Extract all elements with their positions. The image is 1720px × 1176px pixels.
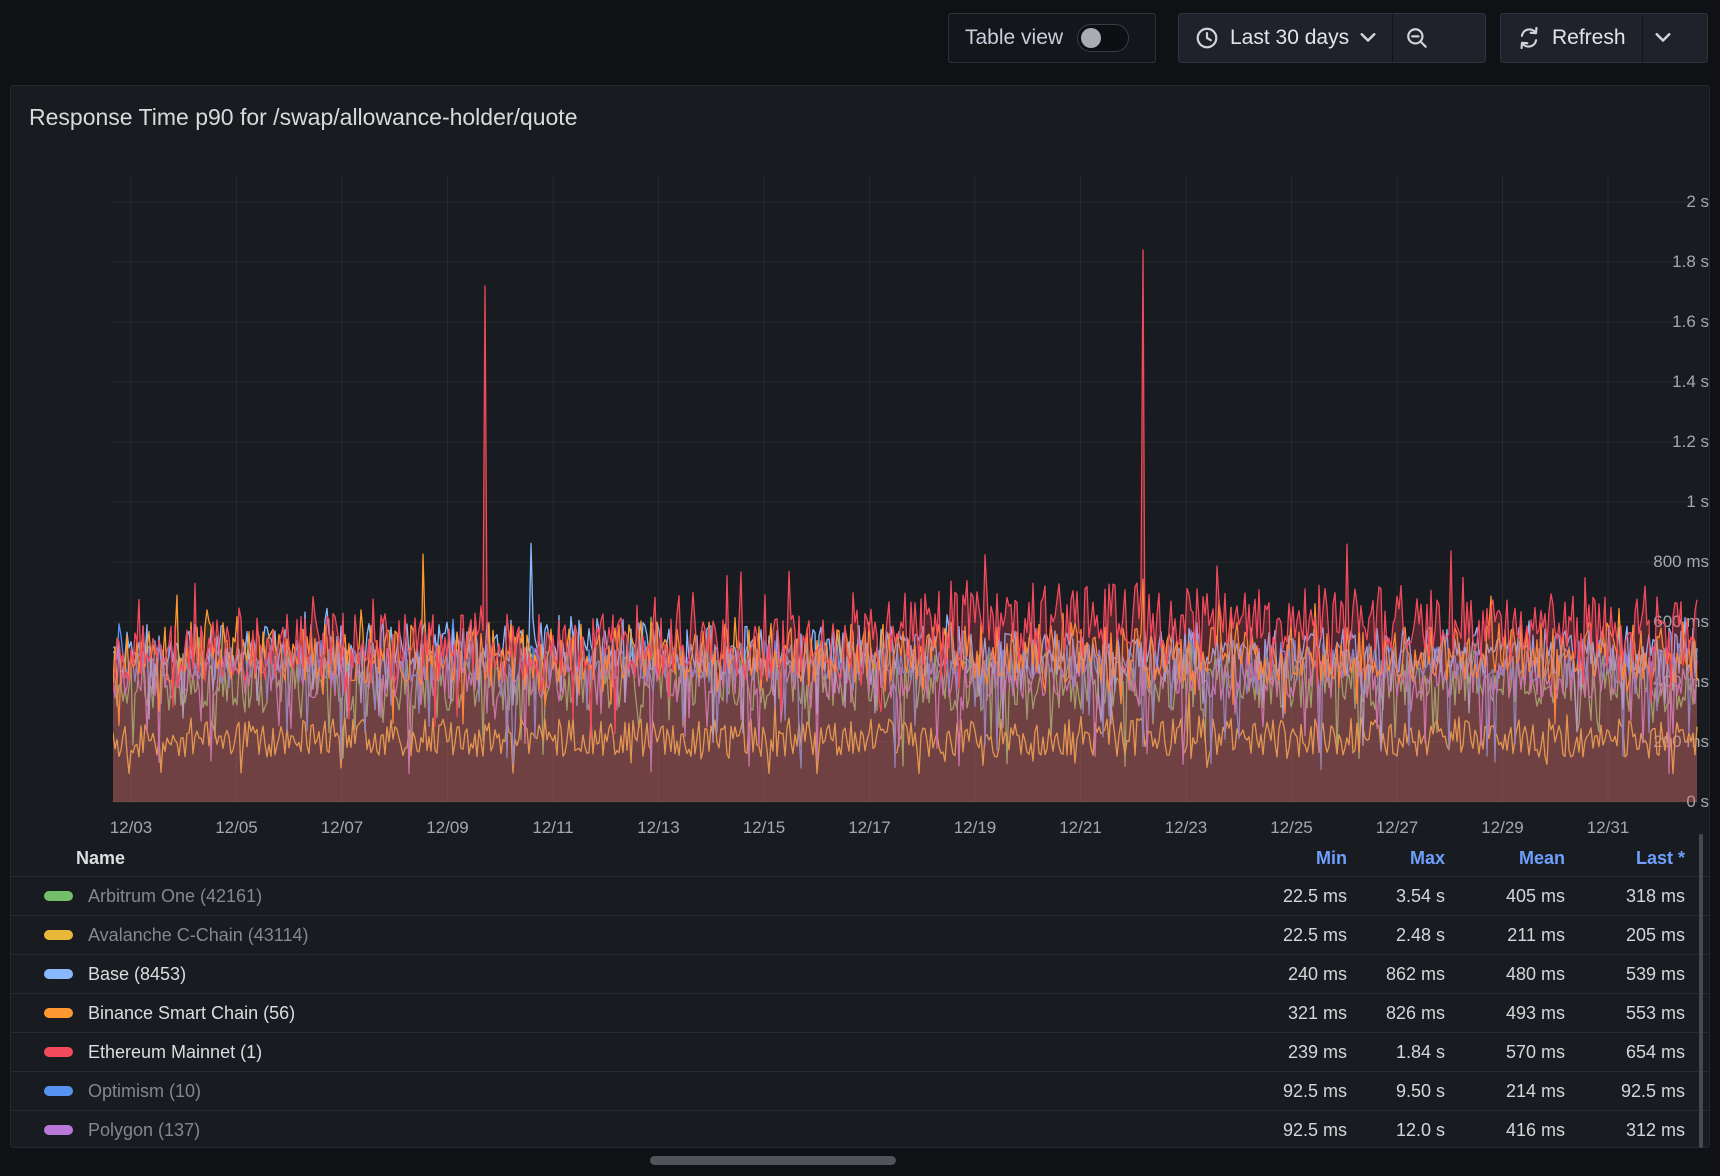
x-axis-tick-label: 12/21 <box>1039 817 1123 839</box>
legend-value-min: 22.5 ms <box>1227 886 1347 907</box>
legend-value-last: 312 ms <box>1565 1120 1685 1141</box>
legend-value-mean: 211 ms <box>1445 925 1565 946</box>
x-axis-tick-label: 12/17 <box>828 817 912 839</box>
horizontal-scrollbar[interactable] <box>650 1156 896 1165</box>
legend-row[interactable]: Arbitrum One (42161) 22.5 ms 3.54 s 405 … <box>11 876 1709 915</box>
legend-scrollbar[interactable] <box>1699 834 1703 1148</box>
x-axis-tick-label: 12/13 <box>617 817 701 839</box>
table-view-control: Table view <box>948 13 1156 63</box>
legend-value-max: 2.48 s <box>1347 925 1445 946</box>
legend-value-min: 240 ms <box>1227 964 1347 985</box>
x-axis-tick-label: 12/11 <box>511 817 595 839</box>
refresh-interval-dropdown[interactable] <box>1642 14 1683 62</box>
x-axis-tick-label: 12/25 <box>1250 817 1334 839</box>
legend-value-mean: 214 ms <box>1445 1081 1565 1102</box>
refresh-group: Refresh <box>1500 13 1708 63</box>
panel-title[interactable]: Response Time p90 for /swap/allowance-ho… <box>29 104 578 131</box>
toggle-knob <box>1081 28 1101 48</box>
table-view-toggle[interactable] <box>1077 24 1129 52</box>
x-axis-tick-label: 12/05 <box>195 817 279 839</box>
legend-value-min: 92.5 ms <box>1227 1081 1347 1102</box>
legend-value-mean: 480 ms <box>1445 964 1565 985</box>
legend-series-name: Arbitrum One (42161) <box>88 886 262 907</box>
legend-row[interactable]: Ethereum Mainnet (1) 239 ms 1.84 s 570 m… <box>11 1032 1709 1071</box>
legend-series-name: Base (8453) <box>88 964 186 985</box>
legend-header: Name Min Max Mean Last * <box>11 841 1709 876</box>
legend-row[interactable]: Optimism (10) 92.5 ms 9.50 s 214 ms 92.5… <box>11 1071 1709 1110</box>
legend-table: Name Min Max Mean Last * Arbitrum One (4… <box>11 841 1709 1149</box>
legend-series-marker <box>44 930 73 940</box>
legend-value-last: 92.5 ms <box>1565 1081 1685 1102</box>
refresh-button[interactable]: Refresh <box>1501 14 1642 62</box>
legend-value-max: 862 ms <box>1347 964 1445 985</box>
legend-col-max[interactable]: Max <box>1347 848 1445 869</box>
refresh-icon <box>1517 27 1541 49</box>
chevron-down-icon <box>1655 33 1671 43</box>
legend-value-last: 654 ms <box>1565 1042 1685 1063</box>
legend-value-max: 9.50 s <box>1347 1081 1445 1102</box>
legend-series-name: Optimism (10) <box>88 1081 201 1102</box>
legend-series-marker <box>44 1086 73 1096</box>
legend-value-min: 239 ms <box>1227 1042 1347 1063</box>
chevron-down-icon <box>1360 33 1376 43</box>
legend-value-max: 1.84 s <box>1347 1042 1445 1063</box>
legend-row[interactable]: Avalanche C-Chain (43114) 22.5 ms 2.48 s… <box>11 915 1709 954</box>
legend-series-marker <box>44 1047 73 1057</box>
legend-col-mean[interactable]: Mean <box>1445 848 1565 869</box>
series-fill <box>113 250 1697 802</box>
timeseries-panel: Response Time p90 for /swap/allowance-ho… <box>10 85 1710 1148</box>
legend-series-name: Polygon (137) <box>88 1120 200 1141</box>
legend-series-marker <box>44 891 73 901</box>
zoom-out-icon <box>1405 26 1429 50</box>
legend-value-min: 92.5 ms <box>1227 1120 1347 1141</box>
legend-value-last: 539 ms <box>1565 964 1685 985</box>
legend-value-max: 826 ms <box>1347 1003 1445 1024</box>
x-axis-tick-label: 12/09 <box>406 817 490 839</box>
legend-value-mean: 570 ms <box>1445 1042 1565 1063</box>
legend-row[interactable]: Base (8453) 240 ms 862 ms 480 ms 539 ms <box>11 954 1709 993</box>
time-range-label: Last 30 days <box>1230 26 1349 50</box>
legend-value-last: 205 ms <box>1565 925 1685 946</box>
x-axis-tick-label: 12/03 <box>89 817 173 839</box>
refresh-label: Refresh <box>1552 26 1626 50</box>
legend-value-max: 3.54 s <box>1347 886 1445 907</box>
legend-row[interactable]: Binance Smart Chain (56) 321 ms 826 ms 4… <box>11 993 1709 1032</box>
chart-plot[interactable] <box>113 171 1698 811</box>
legend-value-mean: 493 ms <box>1445 1003 1565 1024</box>
time-range-group: Last 30 days <box>1178 13 1486 63</box>
legend-value-mean: 405 ms <box>1445 886 1565 907</box>
x-axis-tick-label: 12/31 <box>1566 817 1650 839</box>
legend-series-name: Ethereum Mainnet (1) <box>88 1042 262 1063</box>
x-axis-tick-label: 12/19 <box>933 817 1017 839</box>
legend-series-name: Avalanche C-Chain (43114) <box>88 925 308 946</box>
legend-value-min: 321 ms <box>1227 1003 1347 1024</box>
zoom-out-button[interactable] <box>1392 14 1441 62</box>
legend-series-marker <box>44 1008 73 1018</box>
legend-col-last[interactable]: Last * <box>1565 848 1685 869</box>
x-axis-tick-label: 12/07 <box>300 817 384 839</box>
legend-series-name: Binance Smart Chain (56) <box>88 1003 295 1024</box>
legend-series-marker <box>44 1125 73 1135</box>
legend-row[interactable]: Polygon (137) 92.5 ms 12.0 s 416 ms 312 … <box>11 1110 1709 1149</box>
legend-value-last: 318 ms <box>1565 886 1685 907</box>
table-view-label: Table view <box>965 26 1063 50</box>
legend-value-min: 22.5 ms <box>1227 925 1347 946</box>
x-axis-tick-label: 12/23 <box>1144 817 1228 839</box>
legend-col-min[interactable]: Min <box>1227 848 1347 869</box>
legend-value-max: 12.0 s <box>1347 1120 1445 1141</box>
time-range-picker[interactable]: Last 30 days <box>1179 14 1392 62</box>
x-axis-tick-label: 12/27 <box>1355 817 1439 839</box>
x-axis-tick-label: 12/15 <box>722 817 806 839</box>
legend-series-marker <box>44 969 73 979</box>
x-axis-tick-label: 12/29 <box>1461 817 1545 839</box>
legend-col-name[interactable]: Name <box>44 848 1227 869</box>
legend-value-last: 553 ms <box>1565 1003 1685 1024</box>
clock-icon <box>1195 26 1219 50</box>
toolbar: Table view Last 30 days <box>0 0 1720 85</box>
legend-value-mean: 416 ms <box>1445 1120 1565 1141</box>
